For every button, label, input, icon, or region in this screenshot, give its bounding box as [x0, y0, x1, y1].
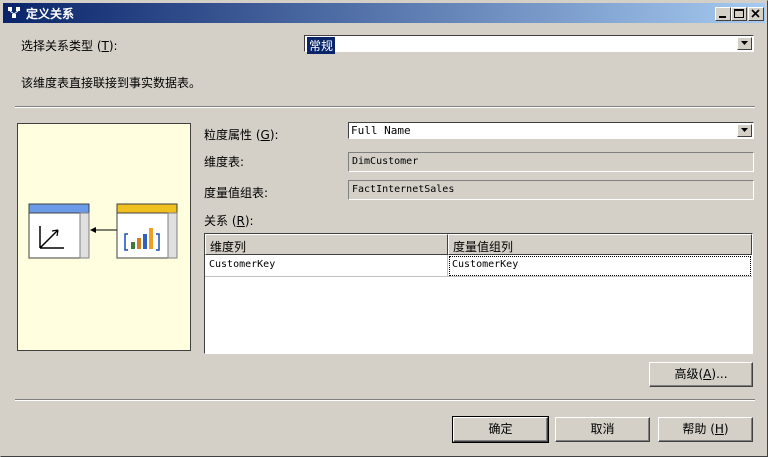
- minimize-icon: [719, 16, 726, 18]
- granularity-label: 粒度属性 (G):: [204, 128, 279, 142]
- measure-group-table-label: 度量值组表:: [204, 186, 269, 200]
- maximize-icon: [734, 9, 744, 18]
- dimension-table-icon: [28, 203, 90, 259]
- dropdown-arrow-icon: [741, 41, 748, 45]
- separator-bottom: [15, 399, 755, 401]
- relationships-label: 关系 (R):: [204, 214, 254, 228]
- measure-group-column-cell[interactable]: CustomerKey: [448, 255, 752, 277]
- close-button[interactable]: [748, 7, 764, 21]
- relationship-type-label: 选择关系类型 (T):: [21, 39, 118, 53]
- granularity-dropdown-button[interactable]: [737, 124, 752, 137]
- advanced-button-suffix: ...: [716, 367, 728, 381]
- help-button-label: 帮助: [682, 422, 707, 436]
- dimension-table-field: DimCustomer: [348, 152, 754, 172]
- help-button[interactable]: 帮助 (H): [658, 417, 753, 442]
- measure-group-table-field: FactInternetSales: [348, 180, 754, 200]
- relationship-type-dropdown-button[interactable]: [737, 37, 752, 50]
- table-row[interactable]: CustomerKey CustomerKey: [205, 255, 752, 277]
- relationship-description: 该维度表直接联接到事实数据表。: [21, 76, 202, 90]
- cancel-button[interactable]: 取消: [555, 417, 650, 442]
- dropdown-arrow-icon: [741, 128, 748, 132]
- column-header-measure-group-label: 度量值组列: [453, 240, 514, 254]
- help-button-hotkey: H: [714, 422, 724, 436]
- grid-header: 维度列 度量值组列: [205, 234, 752, 255]
- column-header-measure-group[interactable]: 度量值组列: [448, 234, 752, 255]
- diagram-canvas: [28, 203, 178, 259]
- relationship-arrow-icon: [90, 227, 117, 233]
- measure-group-table-value: FactInternetSales: [352, 184, 455, 195]
- window-title: 定义关系: [26, 7, 75, 21]
- separator-top: [15, 106, 755, 108]
- relationships-grid[interactable]: 维度列 度量值组列 CustomerKey CustomerKey: [204, 233, 753, 354]
- dimension-table-label: 维度表:: [204, 155, 245, 169]
- minimize-button[interactable]: [715, 7, 731, 21]
- maximize-button[interactable]: [731, 7, 747, 21]
- advanced-button[interactable]: 高级(A)...: [649, 362, 753, 387]
- dimension-table-value: DimCustomer: [352, 156, 419, 167]
- advanced-button-hotkey: A: [703, 367, 712, 381]
- granularity-attribute-value: Full Name: [351, 124, 411, 137]
- measure-group-column-value: CustomerKey: [452, 259, 519, 270]
- advanced-button-label: 高级: [674, 367, 699, 381]
- column-header-dimension-label: 维度列: [210, 240, 247, 254]
- dimension-column-cell[interactable]: CustomerKey: [205, 255, 448, 277]
- granularity-attribute-select[interactable]: Full Name: [348, 122, 754, 139]
- relationship-type-value: 常规: [307, 37, 336, 54]
- relationship-type-select[interactable]: 常规: [304, 35, 754, 54]
- title-bar[interactable]: 定义关系: [3, 3, 765, 23]
- fact-table-icon: [116, 203, 178, 259]
- relationship-diagram: [17, 123, 191, 351]
- define-relationship-dialog: 定义关系 选择关系类型 (T): 常规 该维度表直接联接到事实数据表。 粒度属性…: [0, 0, 768, 457]
- dimension-column-value: CustomerKey: [209, 259, 276, 270]
- grid-rows: CustomerKey CustomerKey: [205, 255, 752, 353]
- close-icon: [751, 9, 760, 18]
- column-header-dimension[interactable]: 维度列: [205, 234, 448, 255]
- ok-button[interactable]: 确定: [452, 416, 549, 443]
- window-app-icon: [8, 7, 20, 18]
